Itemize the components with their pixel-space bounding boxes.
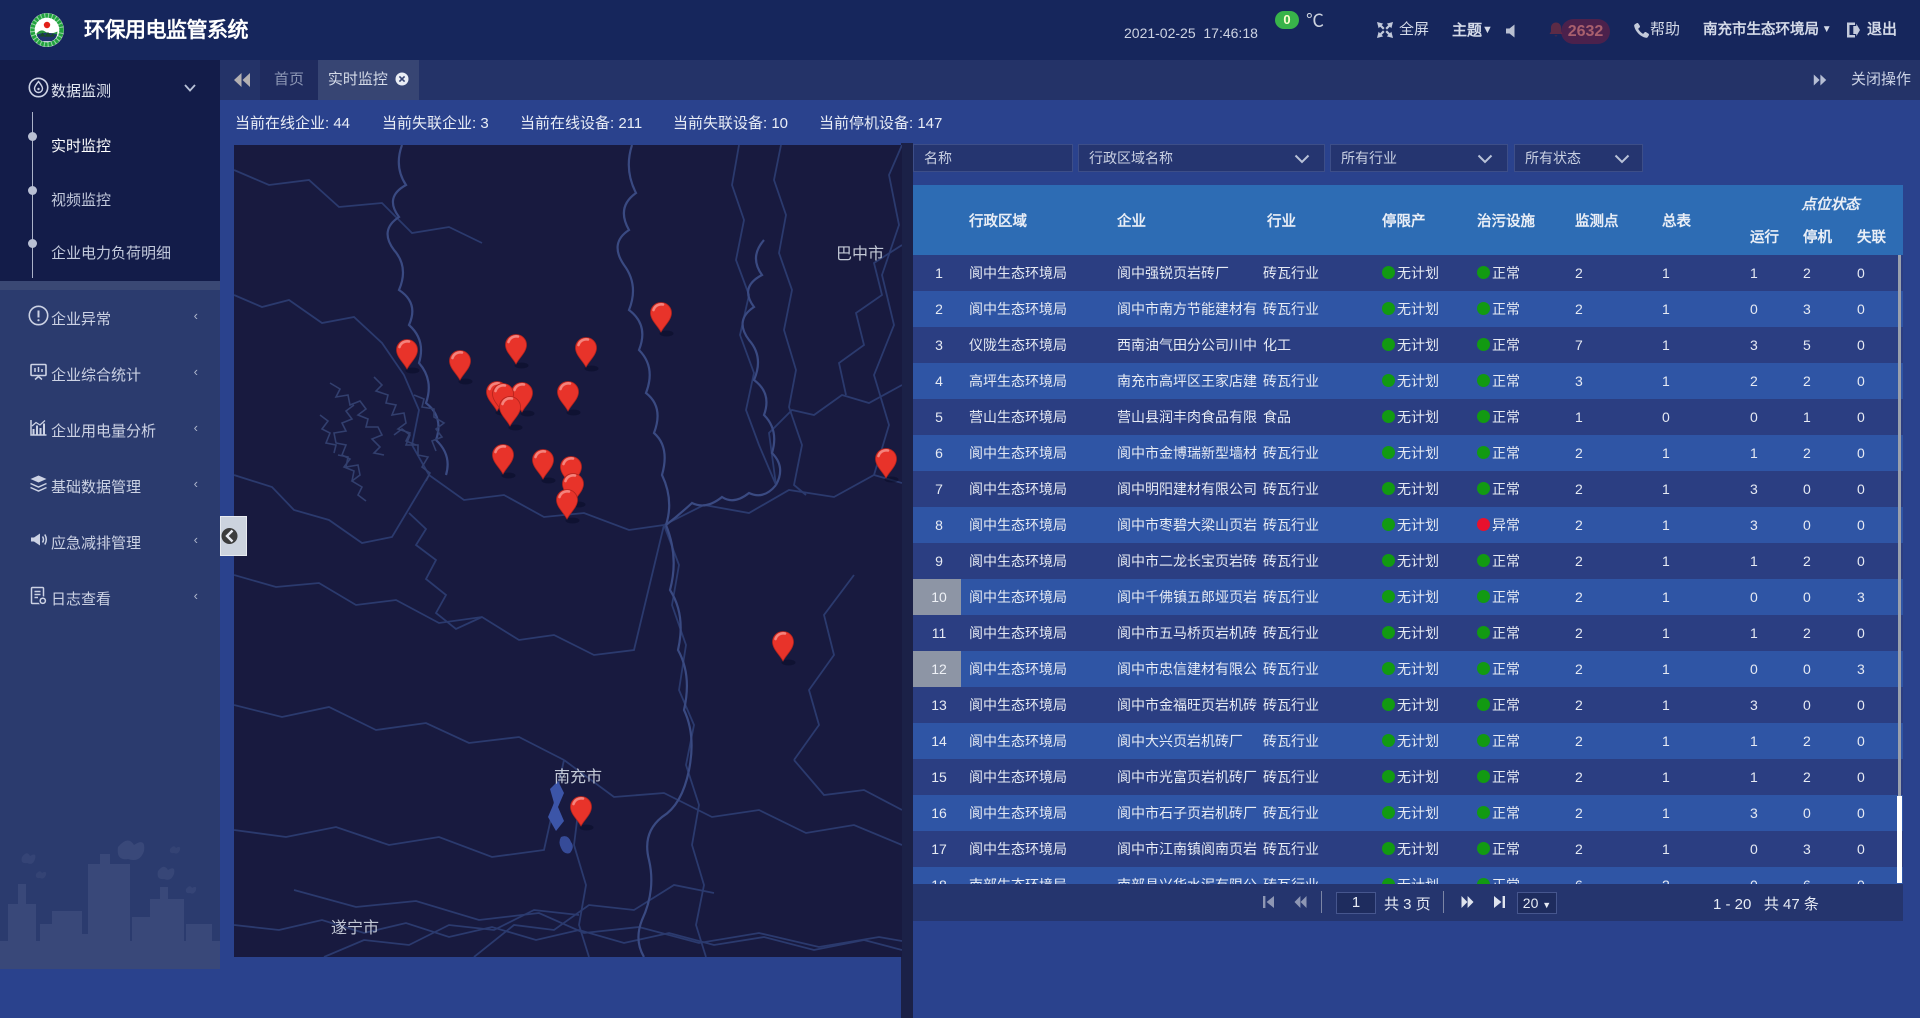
svg-text:巴中市: 巴中市 bbox=[836, 245, 884, 263]
svg-text:南充市: 南充市 bbox=[554, 768, 602, 786]
svg-text:遂宁市: 遂宁市 bbox=[331, 919, 379, 937]
